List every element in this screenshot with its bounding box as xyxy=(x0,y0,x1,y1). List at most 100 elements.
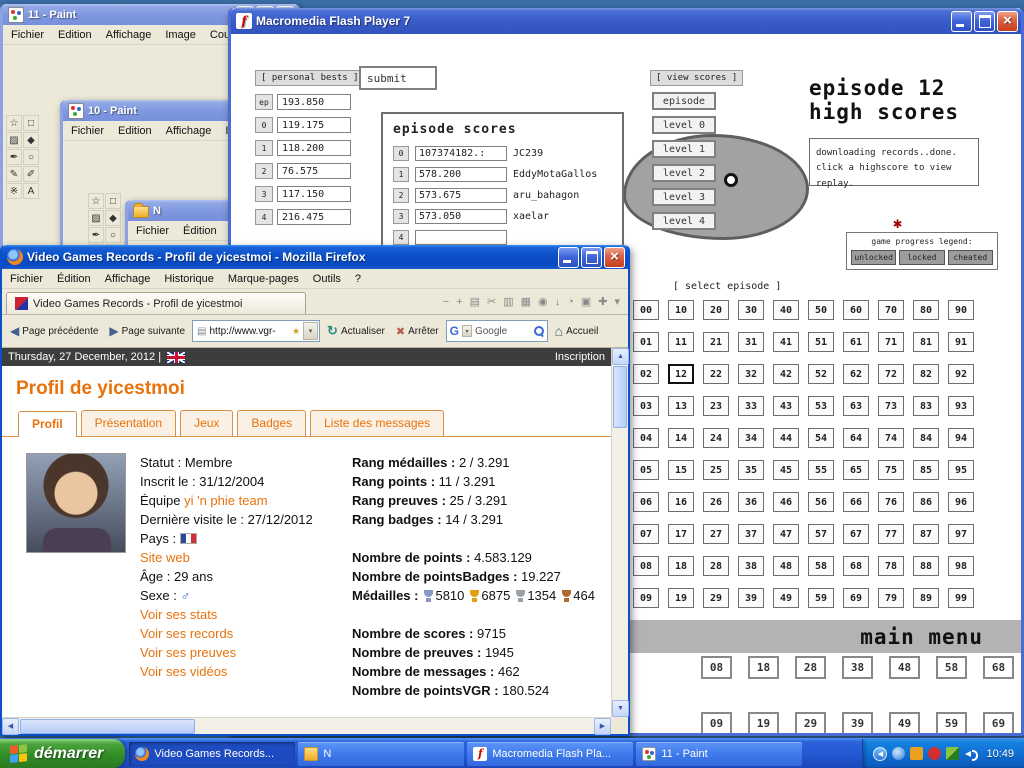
url-input[interactable]: http://www.vgr- xyxy=(209,326,288,337)
episode-cell[interactable]: 67 xyxy=(843,524,869,544)
episode-cell[interactable]: 99 xyxy=(948,588,974,608)
gear-icon[interactable]: ◉ xyxy=(538,295,548,308)
episode-cell[interactable]: 08 xyxy=(701,656,732,679)
tray-messenger-icon[interactable] xyxy=(946,747,959,760)
episode-cell[interactable]: 58 xyxy=(808,556,834,576)
episode-cell[interactable]: 28 xyxy=(795,656,826,679)
cut-icon[interactable]: ✂ xyxy=(487,295,496,308)
profile-tab[interactable]: Présentation xyxy=(81,410,176,436)
episode-cell[interactable]: 59 xyxy=(808,588,834,608)
bookmark-star-icon[interactable]: ★ xyxy=(292,326,300,337)
start-button[interactable]: démarrer xyxy=(0,739,125,768)
horizontal-scroll-thumb[interactable] xyxy=(20,719,195,734)
profile-link[interactable]: Voir ses vidéos xyxy=(140,664,227,679)
episode-cell[interactable]: 60 xyxy=(843,300,869,320)
episode-cell[interactable]: 34 xyxy=(738,428,764,448)
episode-cell[interactable]: 31 xyxy=(738,332,764,352)
flash-titlebar[interactable]: Macromedia Flash Player 7 xyxy=(231,8,1021,34)
episode-cell[interactable]: 49 xyxy=(773,588,799,608)
episode-cell[interactable]: 56 xyxy=(808,492,834,512)
browser-tab[interactable]: Video Games Records - Profil de yicestmo… xyxy=(6,292,306,314)
menu-item[interactable]: Fichier xyxy=(4,26,51,44)
menu-item[interactable]: Édition xyxy=(50,270,98,288)
view-scores-button[interactable]: level 2 xyxy=(652,164,716,182)
paint-tool-icon[interactable]: ◆ xyxy=(105,210,121,226)
episode-cell[interactable]: 83 xyxy=(913,396,939,416)
episode-cell[interactable]: 23 xyxy=(703,396,729,416)
view-scores-button[interactable]: level 4 xyxy=(652,212,716,230)
episode-cell[interactable]: 71 xyxy=(878,332,904,352)
episode-cell[interactable]: 30 xyxy=(738,300,764,320)
episode-cell[interactable]: 32 xyxy=(738,364,764,384)
episode-cell[interactable]: 85 xyxy=(913,460,939,480)
episode-cell[interactable]: 68 xyxy=(983,656,1014,679)
episode-cell[interactable]: 15 xyxy=(668,460,694,480)
highscore-row[interactable]: 4 xyxy=(393,230,622,245)
episode-cell[interactable]: 87 xyxy=(913,524,939,544)
episode-cell[interactable]: 10 xyxy=(668,300,694,320)
menu-item[interactable]: Historique xyxy=(157,270,221,288)
episode-cell[interactable]: 66 xyxy=(843,492,869,512)
profile-tab[interactable]: Profil xyxy=(18,411,77,437)
vertical-scrollbar[interactable] xyxy=(611,348,628,717)
menu-item[interactable]: Affichage xyxy=(159,122,219,140)
episode-cell[interactable]: 64 xyxy=(843,428,869,448)
episode-cell[interactable]: 26 xyxy=(703,492,729,512)
view-scores-button[interactable]: level 3 xyxy=(652,188,716,206)
minimize-button[interactable] xyxy=(951,11,972,32)
inscription-link[interactable]: Inscription xyxy=(555,351,605,363)
firefox-titlebar[interactable]: Video Games Records - Profil de yicestmo… xyxy=(2,245,628,269)
episode-cell[interactable]: 04 xyxy=(633,428,659,448)
episode-cell[interactable]: 78 xyxy=(878,556,904,576)
episode-cell[interactable]: 45 xyxy=(773,460,799,480)
paint-tool-icon[interactable]: ✒ xyxy=(88,227,104,243)
episode-cell[interactable]: 47 xyxy=(773,524,799,544)
menu-item[interactable]: Marque-pages xyxy=(221,270,306,288)
episode-cell[interactable]: 55 xyxy=(808,460,834,480)
episode-cell[interactable]: 93 xyxy=(948,396,974,416)
episode-cell[interactable]: 81 xyxy=(913,332,939,352)
download-icon[interactable]: ↓ xyxy=(555,296,561,308)
episode-cell[interactable]: 13 xyxy=(668,396,694,416)
episode-cell[interactable]: 70 xyxy=(878,300,904,320)
episode-cell[interactable]: 51 xyxy=(808,332,834,352)
episode-cell[interactable]: 53 xyxy=(808,396,834,416)
episode-cell[interactable]: 09 xyxy=(701,712,732,733)
episode-cell[interactable]: 19 xyxy=(668,588,694,608)
menu-item[interactable]: Édition xyxy=(176,222,224,240)
stop-button[interactable]: ✖ Arrêter xyxy=(392,322,443,341)
episode-cell[interactable]: 82 xyxy=(913,364,939,384)
episode-cell[interactable]: 38 xyxy=(842,656,873,679)
episode-cell[interactable]: 48 xyxy=(889,656,920,679)
taskbar-task[interactable]: N xyxy=(298,742,464,766)
tray-network-icon[interactable] xyxy=(892,747,905,760)
episode-cell[interactable]: 19 xyxy=(748,712,779,733)
url-bar[interactable]: ▤ http://www.vgr- ★ ▾ xyxy=(192,320,320,342)
episode-cell[interactable]: 01 xyxy=(633,332,659,352)
paint-tool-icon[interactable]: □ xyxy=(23,115,39,131)
episode-cell[interactable]: 57 xyxy=(808,524,834,544)
site-web-link[interactable]: Site web xyxy=(140,550,190,565)
paint-tool-icon[interactable]: A xyxy=(23,183,39,199)
episode-cell[interactable]: 16 xyxy=(668,492,694,512)
print-icon[interactable]: ▣ xyxy=(581,295,591,308)
episode-cell[interactable]: 79 xyxy=(878,588,904,608)
episode-cell[interactable]: 35 xyxy=(738,460,764,480)
overflow-icon[interactable]: ▾ xyxy=(614,295,620,308)
search-engine-dropdown[interactable]: ▾ xyxy=(462,325,472,337)
highscore-row[interactable]: 3 573.050 xaelar xyxy=(393,209,622,224)
episode-cell[interactable]: 58 xyxy=(936,656,967,679)
volume-icon[interactable] xyxy=(964,747,977,760)
episode-cell[interactable]: 07 xyxy=(633,524,659,544)
episode-cell[interactable]: 50 xyxy=(808,300,834,320)
minimize-button[interactable] xyxy=(558,247,579,268)
episode-cell[interactable]: 42 xyxy=(773,364,799,384)
vertical-scroll-thumb[interactable] xyxy=(613,366,627,428)
episode-cell[interactable]: 08 xyxy=(633,556,659,576)
episode-cell[interactable]: 25 xyxy=(703,460,729,480)
episode-cell[interactable]: 89 xyxy=(913,588,939,608)
episode-cell[interactable]: 06 xyxy=(633,492,659,512)
episode-cell[interactable]: 14 xyxy=(668,428,694,448)
scroll-right-button[interactable] xyxy=(594,718,611,735)
episode-cell[interactable]: 68 xyxy=(843,556,869,576)
